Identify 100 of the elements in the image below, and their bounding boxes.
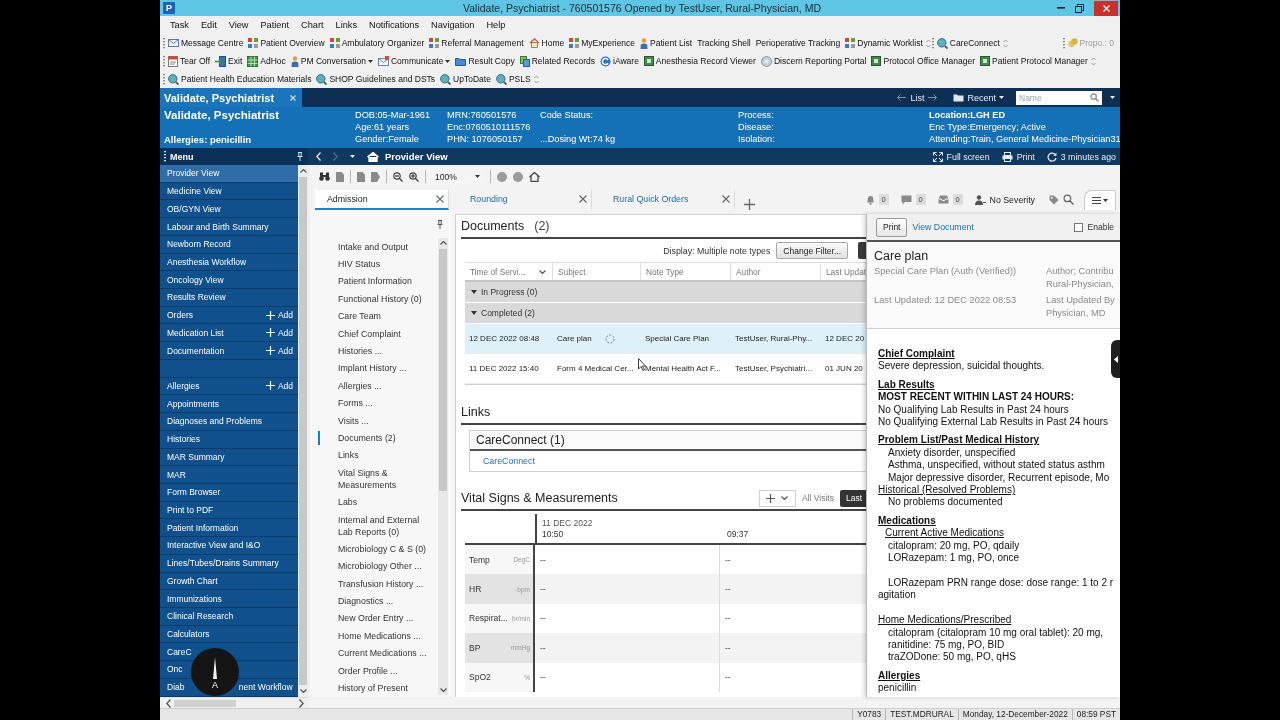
view-tab[interactable]: Admission <box>315 190 449 210</box>
page-icon[interactable] <box>357 171 365 182</box>
toolbar-button[interactable]: CareConnect <box>934 35 1002 51</box>
close-icon[interactable] <box>722 195 730 203</box>
close-icon[interactable] <box>579 195 587 203</box>
menu-item[interactable]: Links <box>329 19 363 31</box>
section-link[interactable]: Vital Signs & Measurements <box>310 464 438 494</box>
column-header[interactable]: Note Type <box>641 263 731 280</box>
toolbar-button[interactable]: AdHoc <box>245 53 288 69</box>
toolbar-button[interactable]: Message Centre <box>166 35 246 51</box>
section-link[interactable]: Labs <box>310 493 438 511</box>
tag-icon[interactable] <box>1049 194 1059 205</box>
menu-item[interactable]: Patient <box>254 19 296 31</box>
menu-item[interactable]: Task <box>164 19 195 31</box>
circle-icon[interactable] <box>513 171 523 182</box>
toolbar-button[interactable]: Home <box>526 35 567 51</box>
collapse-handle[interactable] <box>1111 340 1120 378</box>
section-link[interactable]: History of Present <box>310 679 438 697</box>
toolbar-button[interactable]: Patient List <box>638 35 695 51</box>
column-header[interactable]: Subject <box>553 263 641 280</box>
add-button[interactable]: Add <box>265 381 293 391</box>
circle-icon[interactable] <box>497 171 507 182</box>
toolbar-button[interactable]: Tear Off <box>166 53 213 69</box>
arrow-right-icon[interactable] <box>928 94 938 101</box>
close-button[interactable] <box>1094 0 1118 16</box>
toolbar-button[interactable]: Protocol Office Manager <box>869 53 977 69</box>
chevron-icon[interactable] <box>439 241 447 245</box>
back-icon[interactable] <box>316 152 321 161</box>
toolbar-button[interactable]: PM Conversation <box>288 53 375 69</box>
visits-filter[interactable]: All Visits <box>801 493 834 503</box>
toolbar-button[interactable]: Result Copy <box>453 53 517 69</box>
scrollbar[interactable] <box>438 238 448 695</box>
section-link[interactable]: Patient Information <box>310 272 438 291</box>
restore-icon[interactable] <box>1075 3 1084 13</box>
checkbox[interactable] <box>1073 222 1083 232</box>
toolbar-button[interactable]: Related Records <box>517 53 598 69</box>
binoculars-icon[interactable] <box>319 172 330 181</box>
menu-item[interactable]: Navigation <box>425 19 481 31</box>
toolbar-button[interactable]: Patient Overview <box>246 35 327 51</box>
toolbar-button[interactable]: Perioperative Tracking <box>753 35 843 51</box>
section-link[interactable]: Functional History (0) <box>310 290 438 308</box>
group-header[interactable]: In Progress (0) <box>465 282 866 303</box>
list-link[interactable]: List <box>910 92 925 103</box>
table-row[interactable]: 12 DEC 2022 08:48 Care plan Special Care Plan TestUser, Rural-Phy... 12 DEC 20 <box>465 324 866 354</box>
toolbar-button[interactable]: Ambulatory Organizer <box>327 35 427 51</box>
section-link[interactable]: Visits ... <box>310 411 438 430</box>
section-link[interactable]: Current Medications ... <box>310 644 438 662</box>
toolbar-button[interactable]: MyExperience <box>567 35 638 51</box>
toolbar-button[interactable]: Anesthesia Record Viewer <box>641 53 758 69</box>
section-link[interactable]: Microbiology C & S (0) <box>310 540 438 558</box>
add-dropdown-button[interactable] <box>758 489 796 507</box>
recent-button[interactable]: Recent <box>953 92 1004 103</box>
menu-item[interactable]: Chart <box>295 19 330 31</box>
view-tab[interactable]: Rural Quick Orders <box>601 190 735 210</box>
menu-item[interactable]: Notifications <box>363 19 426 31</box>
add-button[interactable]: Add <box>265 345 293 356</box>
section-link[interactable]: Internal and External Lab Reports (0) <box>310 510 438 541</box>
chevron-icon[interactable] <box>781 496 789 500</box>
toolbar-button[interactable]: UpToDate <box>438 71 493 87</box>
chevron-icon[interactable] <box>439 688 447 692</box>
chevron-icon[interactable] <box>539 269 546 274</box>
section-link[interactable]: Allergies ... <box>310 377 438 395</box>
toolbar-button[interactable]: Communicate <box>375 53 453 69</box>
toolbar-button[interactable]: iAware <box>598 53 641 69</box>
toolbar-button[interactable]: Tracking Shell <box>695 35 753 51</box>
column-header[interactable]: Time of Servi... <box>465 263 553 280</box>
chevron-right-icon[interactable] <box>299 698 304 708</box>
toolbar-button[interactable]: Exit <box>213 53 245 69</box>
section-link[interactable]: Implant History ... <box>310 359 438 378</box>
toolbar-button[interactable]: Patient Protocol Manager <box>978 53 1090 69</box>
view-action-button[interactable]: Full screen <box>932 151 990 162</box>
chevron-left-icon[interactable] <box>166 698 171 708</box>
toolbar-button[interactable]: Discern Reporting Portal <box>758 53 869 69</box>
pin-icon[interactable] <box>437 219 443 229</box>
section-link[interactable]: Documents (2) <box>310 429 438 447</box>
page-icon[interactable] <box>371 171 380 182</box>
section-link[interactable]: Forms ... <box>310 394 438 412</box>
section-link[interactable]: Home Medications ... <box>310 627 438 645</box>
section-link[interactable]: Microbiology Other ... <box>310 557 438 575</box>
close-icon[interactable] <box>436 195 444 203</box>
chevron-icon[interactable] <box>299 689 307 693</box>
section-link[interactable]: Diagnostics ... <box>310 592 438 610</box>
menu-item[interactable]: Help <box>480 19 512 31</box>
section-link[interactable]: New Order Entry ... <box>310 609 438 628</box>
link[interactable]: CareConnect <box>483 456 535 466</box>
chevron-icon[interactable] <box>299 169 307 173</box>
zoom-in-icon[interactable] <box>409 171 419 182</box>
view-action-button[interactable]: 3 minutes ago <box>1046 151 1116 162</box>
minimize-icon[interactable] <box>1057 7 1065 9</box>
scrollbar[interactable] <box>160 697 308 708</box>
menu-item[interactable]: View <box>222 19 255 31</box>
section-link[interactable]: Intake and Output <box>310 238 438 256</box>
page-icon[interactable] <box>336 171 344 182</box>
section-link[interactable]: Links <box>310 446 438 465</box>
column-header[interactable]: Author <box>731 263 821 280</box>
zoom-out-icon[interactable] <box>393 171 403 182</box>
section-link[interactable]: Order Profile ... <box>310 661 438 680</box>
section-link[interactable]: Chief Complaint <box>310 324 438 343</box>
toolbar-button[interactable]: SHOP Guidelines and DSTs <box>314 71 438 87</box>
group-header[interactable]: Completed (2) <box>465 303 866 324</box>
